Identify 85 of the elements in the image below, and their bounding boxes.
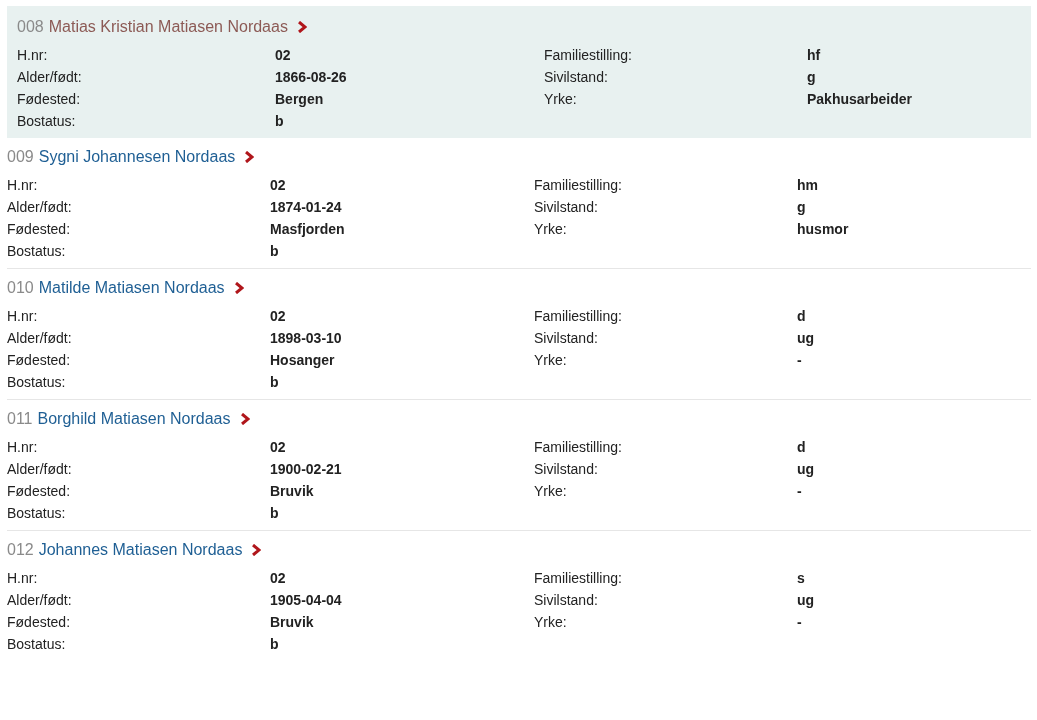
field-value: Masfjorden xyxy=(270,221,346,237)
field-value: g xyxy=(807,69,817,85)
field-value: hm xyxy=(797,177,819,193)
field-label: H.nr: xyxy=(7,439,39,455)
field-value: 1866-08-26 xyxy=(275,69,348,85)
field-label: Alder/født: xyxy=(7,592,73,608)
field-label: Familiestilling: xyxy=(544,47,633,63)
field-label: Sivilstand: xyxy=(534,592,599,608)
field-value: - xyxy=(797,614,803,630)
field-label: Bostatus: xyxy=(17,113,77,129)
field-value: 1905-04-04 xyxy=(270,592,343,608)
field-value: 02 xyxy=(275,47,292,63)
field-value: - xyxy=(797,483,803,499)
record-number: 008 xyxy=(17,18,44,36)
field-label: Bostatus: xyxy=(7,636,67,652)
field-label: Bostatus: xyxy=(7,243,67,259)
field-label: H.nr: xyxy=(17,47,49,63)
field-label: Bostatus: xyxy=(7,374,67,390)
field-label: Yrke: xyxy=(534,614,568,630)
field-value: ug xyxy=(797,592,816,608)
field-value: hf xyxy=(807,47,822,63)
chevron-right-icon[interactable] xyxy=(244,151,255,163)
field-label: Bostatus: xyxy=(7,505,67,521)
field-value: 1900-02-21 xyxy=(270,461,343,477)
field-label: Familiestilling: xyxy=(534,308,623,324)
field-label: Fødested: xyxy=(17,91,82,107)
record-number: 011 xyxy=(7,410,33,428)
field-label: Yrke: xyxy=(534,352,568,368)
chevron-right-icon[interactable] xyxy=(233,282,244,294)
record-number: 009 xyxy=(7,148,34,166)
field-value: 1898-03-10 xyxy=(270,330,343,346)
field-label: Fødested: xyxy=(7,483,72,499)
field-label: Yrke: xyxy=(534,483,568,499)
chevron-right-icon[interactable] xyxy=(239,413,250,425)
field-value: b xyxy=(270,505,280,521)
person-name-link[interactable]: Borghild Matiasen Nordaas xyxy=(37,410,231,428)
field-label: Alder/født: xyxy=(7,461,73,477)
field-label: Yrke: xyxy=(534,221,568,237)
field-value: Bruvik xyxy=(270,614,315,630)
field-label: Familiestilling: xyxy=(534,177,623,193)
field-value: b xyxy=(270,636,280,652)
field-label: Familiestilling: xyxy=(534,439,623,455)
field-label: Alder/født: xyxy=(17,69,83,85)
field-label: Familiestilling: xyxy=(534,570,623,586)
chevron-right-icon[interactable] xyxy=(251,544,262,556)
field-label: Fødested: xyxy=(7,614,72,630)
field-label: H.nr: xyxy=(7,308,39,324)
field-value: 02 xyxy=(270,570,287,586)
record-number: 012 xyxy=(7,541,34,559)
field-value: g xyxy=(797,199,807,215)
person-name-link[interactable]: Johannes Matiasen Nordaas xyxy=(38,541,243,559)
chevron-right-icon[interactable] xyxy=(296,21,307,33)
field-value: s xyxy=(797,570,806,586)
record-number: 010 xyxy=(7,279,34,297)
field-value: husmor xyxy=(797,221,850,237)
field-label: H.nr: xyxy=(7,177,39,193)
field-label: Fødested: xyxy=(7,221,72,237)
field-value: d xyxy=(797,308,807,324)
field-label: Sivilstand: xyxy=(534,199,599,215)
field-value: Pakhusarbeider xyxy=(807,91,914,107)
field-value: ug xyxy=(797,461,816,477)
field-value: 02 xyxy=(270,177,287,193)
field-label: Sivilstand: xyxy=(544,69,609,85)
field-value: 02 xyxy=(270,308,287,324)
field-value: 02 xyxy=(270,439,287,455)
field-value: - xyxy=(797,352,803,368)
field-value: Hosanger xyxy=(270,352,336,368)
person-name-link[interactable]: Matias Kristian Matiasen Nordaas xyxy=(48,18,288,36)
field-value: b xyxy=(270,243,280,259)
field-value: Bergen xyxy=(275,91,325,107)
field-value: Bruvik xyxy=(270,483,315,499)
field-label: Fødested: xyxy=(7,352,72,368)
field-value: b xyxy=(270,374,280,390)
field-label: Alder/født: xyxy=(7,330,73,346)
field-label: Yrke: xyxy=(544,91,578,107)
field-label: Alder/født: xyxy=(7,199,73,215)
field-value: ug xyxy=(797,330,816,346)
field-label: H.nr: xyxy=(7,570,39,586)
person-name-link[interactable]: Sygni Johannesen Nordaas xyxy=(38,148,236,166)
field-value: d xyxy=(797,439,807,455)
field-label: Sivilstand: xyxy=(534,461,599,477)
field-value: 1874-01-24 xyxy=(270,199,343,215)
field-value: b xyxy=(275,113,285,129)
person-name-link[interactable]: Matilde Matiasen Nordaas xyxy=(38,279,225,297)
field-label: Sivilstand: xyxy=(534,330,599,346)
